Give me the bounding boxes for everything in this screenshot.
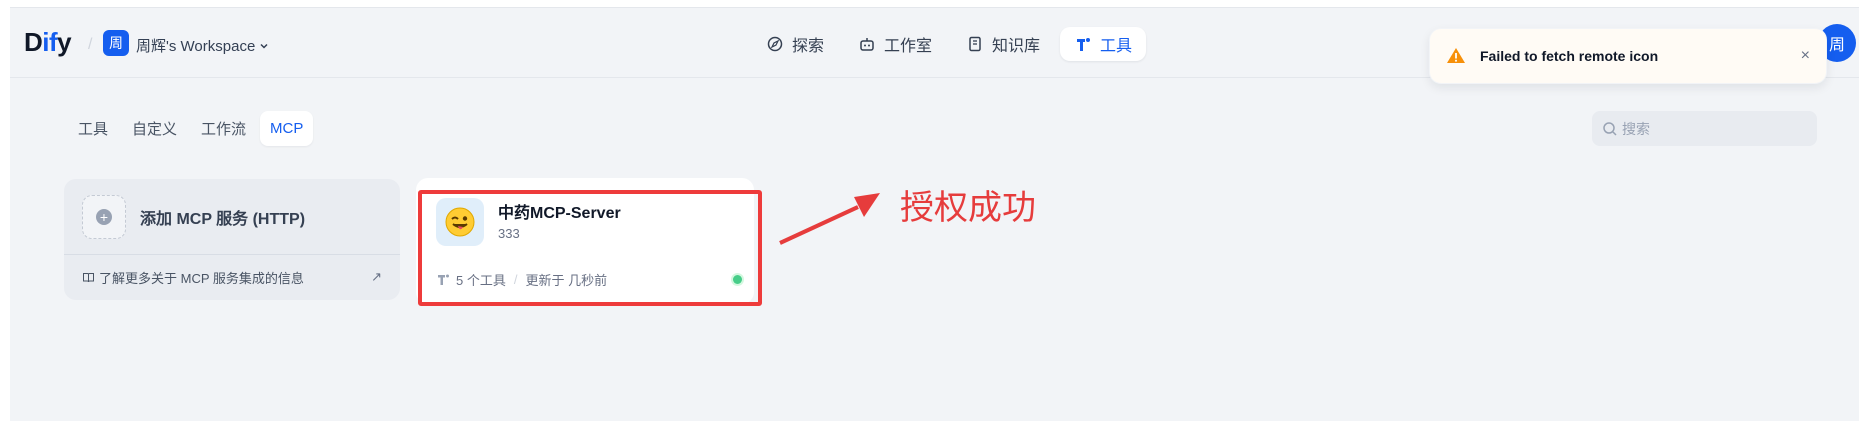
search-box[interactable]	[1592, 111, 1817, 146]
learn-more-link[interactable]: 了解更多关于 MCP 服务集成的信息 ↗	[64, 255, 400, 299]
search-icon	[1603, 121, 1617, 136]
external-link-icon: ↗	[371, 269, 382, 284]
app-root: Dify / 周 周辉's Workspace 探索 工作室 知识库 工具 周 …	[0, 0, 1865, 421]
main-nav: 探索 工作室 知识库 工具	[752, 27, 1147, 61]
meta-separator: /	[513, 272, 518, 287]
nav-explore[interactable]: 探索	[752, 27, 838, 61]
updated-time: 更新于 几秒前	[525, 273, 608, 288]
mcp-server-meta: 5 个工具 / 更新于 几秒前	[437, 270, 607, 289]
dify-logo[interactable]: Dify	[24, 27, 72, 58]
logo-part: y	[57, 27, 72, 57]
status-indicator	[733, 275, 742, 284]
learn-more-text: 了解更多关于 MCP 服务集成的信息	[99, 270, 304, 286]
nav-label: 探索	[792, 38, 825, 55]
logo-part: D	[24, 27, 43, 57]
add-icon-box: +	[82, 194, 126, 239]
nav-tools[interactable]: 工具	[1060, 27, 1147, 61]
annotation-text: 授权成功	[900, 189, 1036, 227]
book-icon	[969, 36, 981, 52]
nav-label: 工具	[1100, 38, 1133, 55]
nav-label: 工作室	[884, 38, 933, 55]
book-open-icon	[83, 272, 94, 282]
search-input[interactable]	[1622, 120, 1802, 137]
robot-icon	[860, 38, 874, 51]
top-strip	[0, 0, 1865, 8]
tool-icon	[438, 274, 449, 285]
tool-tabs: 工具 自定义 工作流 MCP	[68, 111, 314, 146]
mcp-server-description: 333	[498, 226, 520, 241]
right-edge	[1859, 0, 1865, 421]
winking-face-icon	[445, 207, 475, 237]
workspace-switcher[interactable]: 周辉's Workspace	[136, 35, 270, 56]
breadcrumb-separator: /	[88, 36, 93, 53]
add-mcp-card[interactable]: + 添加 MCP 服务 (HTTP) 了解更多关于 MCP 服务集成的信息 ↗	[64, 179, 400, 300]
toast-message: Failed to fetch remote icon	[1480, 48, 1659, 64]
tools-count: 5 个工具	[456, 273, 506, 288]
tab-custom[interactable]: 自定义	[122, 111, 187, 146]
mcp-server-icon	[436, 198, 484, 246]
tab-builtin[interactable]: 工具	[68, 111, 118, 146]
workspace-avatar[interactable]: 周	[103, 30, 129, 56]
add-mcp-title: 添加 MCP 服务 (HTTP)	[140, 210, 306, 228]
compass-icon	[767, 36, 783, 52]
warning-icon	[1447, 48, 1465, 63]
tab-workflow[interactable]: 工作流	[191, 111, 256, 146]
warning-toast: Failed to fetch remote icon ×	[1429, 28, 1827, 84]
nav-knowledge[interactable]: 知识库	[952, 27, 1054, 61]
close-icon[interactable]: ×	[1801, 47, 1810, 65]
workspace-name: 周辉's Workspace	[136, 38, 256, 55]
tool-icon	[1077, 38, 1091, 51]
logo-part: if	[42, 27, 58, 57]
nav-label: 知识库	[992, 38, 1041, 55]
nav-studio[interactable]: 工作室	[844, 27, 946, 61]
add-mcp-header[interactable]: + 添加 MCP 服务 (HTTP)	[64, 179, 400, 255]
plus-icon: +	[96, 208, 112, 225]
left-edge	[0, 0, 10, 421]
mcp-server-name: 中药MCP-Server	[498, 205, 621, 222]
chevron-down-icon	[260, 43, 268, 49]
tab-mcp[interactable]: MCP	[260, 111, 314, 146]
annotation-arrow	[779, 193, 880, 245]
